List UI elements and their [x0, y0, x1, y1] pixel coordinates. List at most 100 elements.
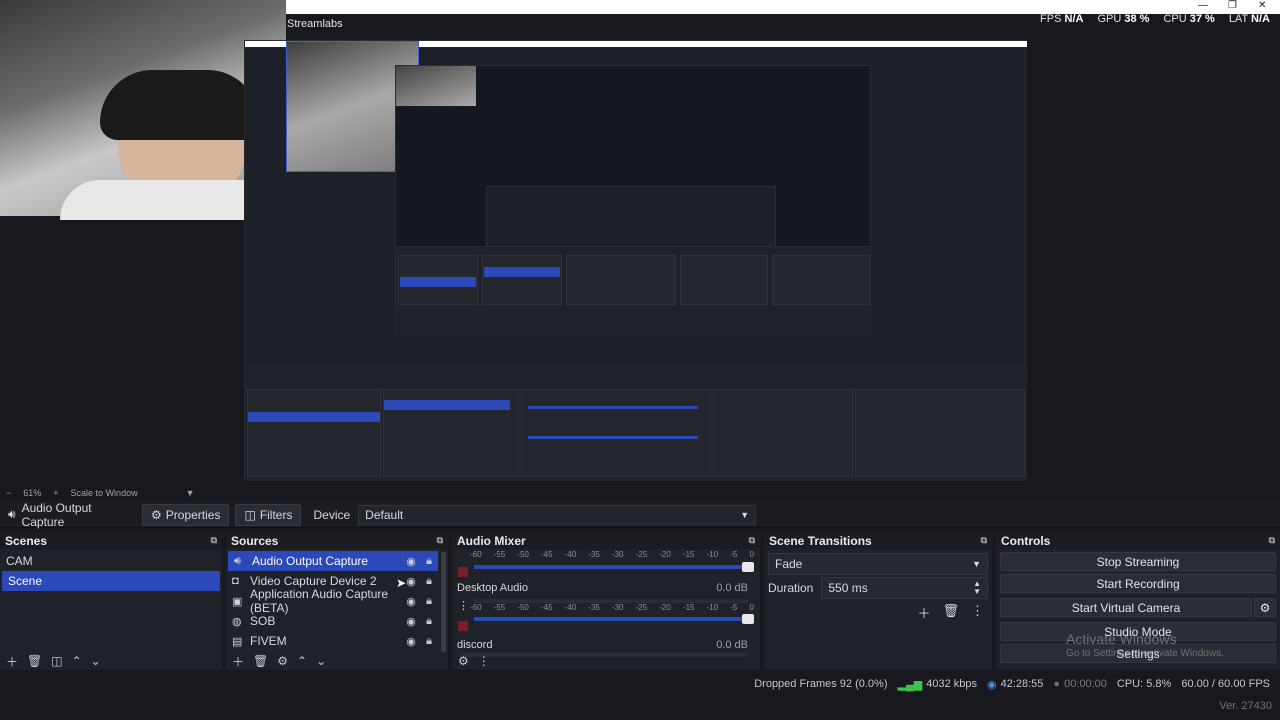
undock-icon[interactable]: ⧉	[211, 535, 217, 546]
nested-transitions-panel	[713, 389, 853, 477]
mixer-title: Audio Mixer	[457, 533, 526, 548]
nested-inner-webcam	[396, 66, 476, 106]
scenes-footer: ＋ 🗑︎ ◫ ⌃ ⌄	[0, 652, 222, 670]
virtual-camera-settings-button[interactable]: ⚙	[1254, 598, 1276, 617]
scene-label: CAM	[6, 554, 33, 568]
chevron-up-icon[interactable]: ⌃	[297, 654, 307, 668]
scale-tick: -35	[588, 603, 600, 612]
current-source-name: Audio Output Capture	[21, 500, 92, 529]
fader-knob[interactable]	[742, 614, 754, 624]
menu-icon[interactable]: ⋮	[971, 603, 984, 622]
bitrate: 4032 kbps	[926, 678, 977, 690]
filter-icon[interactable]: ◫	[51, 654, 62, 668]
lock-icon[interactable]: 🔒︎	[420, 575, 438, 588]
duration-input[interactable]: 550 ms ▲ ▼	[821, 577, 988, 599]
scale-tick: -30	[611, 603, 624, 612]
channel-menu-icon[interactable]: ⋮	[458, 599, 469, 612]
sources-scrollbar[interactable]	[441, 552, 446, 652]
lock-icon[interactable]: 🔒︎	[420, 555, 438, 568]
trash-icon[interactable]: 🗑︎	[27, 654, 42, 668]
scale-tick: -60	[470, 550, 482, 559]
scene-item-cam[interactable]: CAM	[0, 551, 222, 571]
advanced-audio-icon[interactable]: ⚙	[458, 654, 469, 668]
scale-tick: -25	[635, 603, 648, 612]
chevron-down-icon: ▼	[740, 509, 750, 520]
source-item[interactable]: ▣ Application Audio Capture (BETA) ◉ 🔒︎	[226, 587, 438, 615]
scale-tick: -25	[635, 550, 648, 559]
source-item[interactable]: ◍ SOB ◉ 🔒︎	[226, 611, 438, 631]
activate-windows-title: Activate Windows	[1066, 631, 1177, 647]
undock-icon[interactable]: ⧉	[749, 535, 755, 546]
source-item[interactable]: 🔊︎ Audio Output Capture ◉ 🔒︎	[228, 551, 438, 571]
nested-mini-panel	[772, 255, 870, 305]
lock-icon[interactable]: 🔒︎	[420, 595, 438, 608]
transition-value: Fade	[775, 557, 803, 571]
menu-icon[interactable]: ⋮	[478, 654, 490, 668]
nested-mini-panel	[566, 255, 676, 305]
add-icon[interactable]: ＋	[232, 653, 244, 670]
transition-select[interactable]: Fade ▼	[768, 553, 988, 575]
mute-button[interactable]	[458, 567, 468, 577]
source-name-display: 🔊︎ Audio Output Capture	[0, 500, 140, 529]
transitions-title: Scene Transitions	[769, 533, 872, 548]
chevron-down-icon[interactable]: ⌄	[91, 654, 101, 668]
level-meter	[474, 599, 748, 603]
nested-preview	[244, 40, 1027, 481]
zoom-out-button[interactable]: −	[6, 488, 11, 498]
scale-tick: -10	[706, 550, 719, 559]
mouse-cursor-icon: ➤	[396, 576, 407, 590]
lock-icon[interactable]: 🔒︎	[420, 635, 438, 648]
lat-stat: LAT N/A	[1228, 13, 1270, 25]
volume-fader[interactable]	[474, 614, 754, 624]
scale-tick: -60	[470, 603, 482, 612]
mute-button[interactable]	[458, 621, 468, 631]
trash-icon[interactable]: 🗑︎	[942, 603, 959, 622]
game-capture-icon: ▤	[232, 635, 243, 648]
volume-fader[interactable]	[474, 562, 754, 572]
trash-icon[interactable]: 🗑︎	[253, 654, 268, 668]
status-bar: Dropped Frames 92 (0.0%) ▂▄▆ 4032 kbps ◉…	[0, 672, 1280, 696]
controls-header: Controls ⧉	[996, 532, 1280, 549]
add-icon[interactable]: ＋	[917, 603, 930, 622]
eye-icon[interactable]: ◉	[402, 555, 420, 568]
filters-label: Filters	[259, 507, 293, 522]
restore-icon[interactable]: ❐	[1228, 0, 1237, 11]
scale-tick: -45	[540, 550, 553, 559]
properties-label: Properties	[165, 507, 221, 522]
minimize-icon[interactable]: —	[1198, 0, 1208, 11]
scale-tick: -20	[659, 550, 671, 559]
channel-name: discord	[457, 639, 493, 651]
scale-mode-dropdown[interactable]: ▼	[186, 488, 195, 498]
nested-selection	[248, 412, 380, 422]
eye-icon[interactable]: ◉	[402, 635, 420, 648]
properties-button[interactable]: ⚙ Properties	[142, 503, 230, 526]
undock-icon[interactable]: ⧉	[437, 535, 443, 546]
spinner-icon[interactable]: ▲ ▼	[973, 580, 981, 596]
scale-tick: -50	[517, 603, 529, 612]
sources-title: Sources	[231, 533, 279, 548]
scale-tick: -20	[659, 603, 671, 612]
scene-item-scene[interactable]: Scene	[2, 571, 220, 591]
add-icon[interactable]: ＋	[6, 653, 18, 670]
zoom-in-button[interactable]: +	[53, 488, 58, 498]
stop-streaming-button[interactable]: Stop Streaming	[1000, 552, 1276, 571]
chevron-down-icon[interactable]: ⌄	[316, 654, 326, 668]
source-item[interactable]: ▤ FIVEM ◉ 🔒︎	[226, 631, 438, 651]
chevron-up-icon[interactable]: ⌃	[72, 654, 82, 668]
start-recording-button[interactable]: Start Recording	[1000, 574, 1276, 593]
gpu-stat: GPU 38 %	[1097, 13, 1150, 25]
eye-icon[interactable]: ◉	[402, 595, 420, 608]
eye-icon[interactable]: ◉	[402, 615, 420, 628]
scale-tick: -45	[540, 603, 553, 612]
filters-button[interactable]: ◫ Filters	[235, 503, 302, 526]
fader-knob[interactable]	[742, 562, 754, 572]
performance-stats: FPS N/A GPU 38 % CPU 37 % LAT N/A	[1040, 13, 1270, 25]
device-select[interactable]: Default ▼	[358, 504, 757, 525]
undock-icon[interactable]: ⧉	[1269, 535, 1275, 546]
close-icon[interactable]: ✕	[1258, 0, 1266, 11]
start-virtual-camera-button[interactable]: Start Virtual Camera	[1000, 598, 1252, 617]
nested-inner-dock-2	[396, 246, 872, 336]
lock-icon[interactable]: 🔒︎	[420, 615, 438, 628]
gear-icon[interactable]: ⚙	[277, 654, 288, 668]
undock-icon[interactable]: ⧉	[981, 535, 987, 546]
